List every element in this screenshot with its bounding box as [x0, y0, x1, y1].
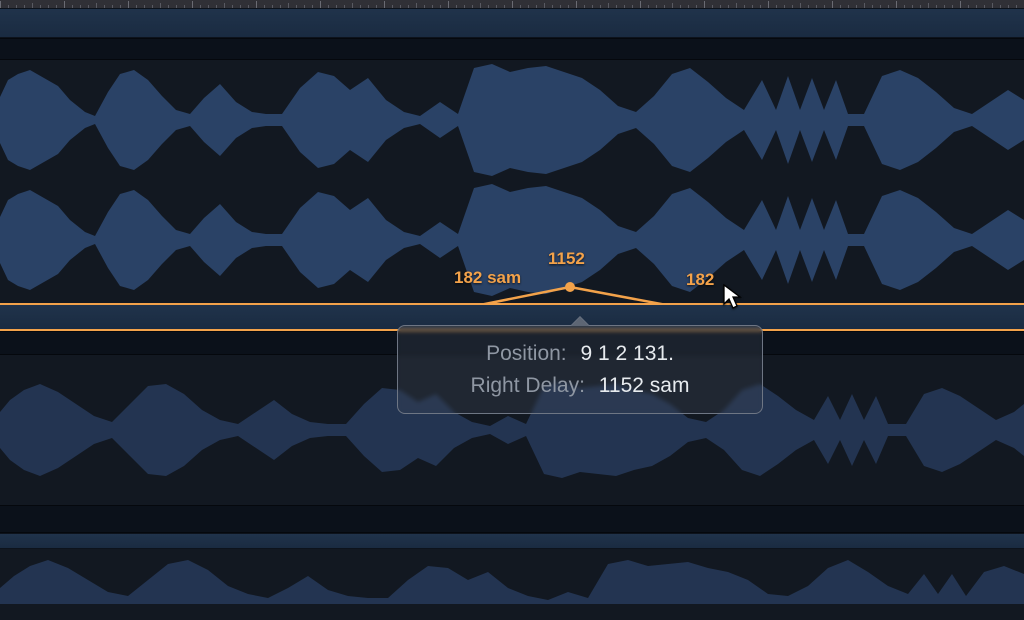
region-header-bottom [0, 533, 1024, 549]
audio-clip-main[interactable] [0, 60, 1024, 300]
tooltip-param-value: 1152 sam [599, 374, 690, 397]
tooltip-position-value: 9 1 2 131. [580, 342, 673, 365]
audio-editor-stage: 182 sam 1152 182 Position: 9 1 2 131. [0, 0, 1024, 620]
track-gap [0, 505, 1024, 533]
automation-point-label: 182 [686, 270, 714, 290]
tooltip-position-label: Position: [486, 342, 567, 365]
automation-tooltip: Position: 9 1 2 131. Right Delay: 1152 s… [397, 325, 763, 414]
tooltip-param-label: Right Delay: [471, 374, 585, 397]
track-gap [0, 38, 1024, 60]
region-header-top [0, 8, 1024, 38]
automation-point-label: 182 sam [454, 268, 521, 288]
timeline-ruler[interactable] [0, 0, 1024, 8]
audio-clip-tertiary[interactable] [0, 549, 1024, 620]
automation-point-label: 1152 [548, 249, 585, 269]
